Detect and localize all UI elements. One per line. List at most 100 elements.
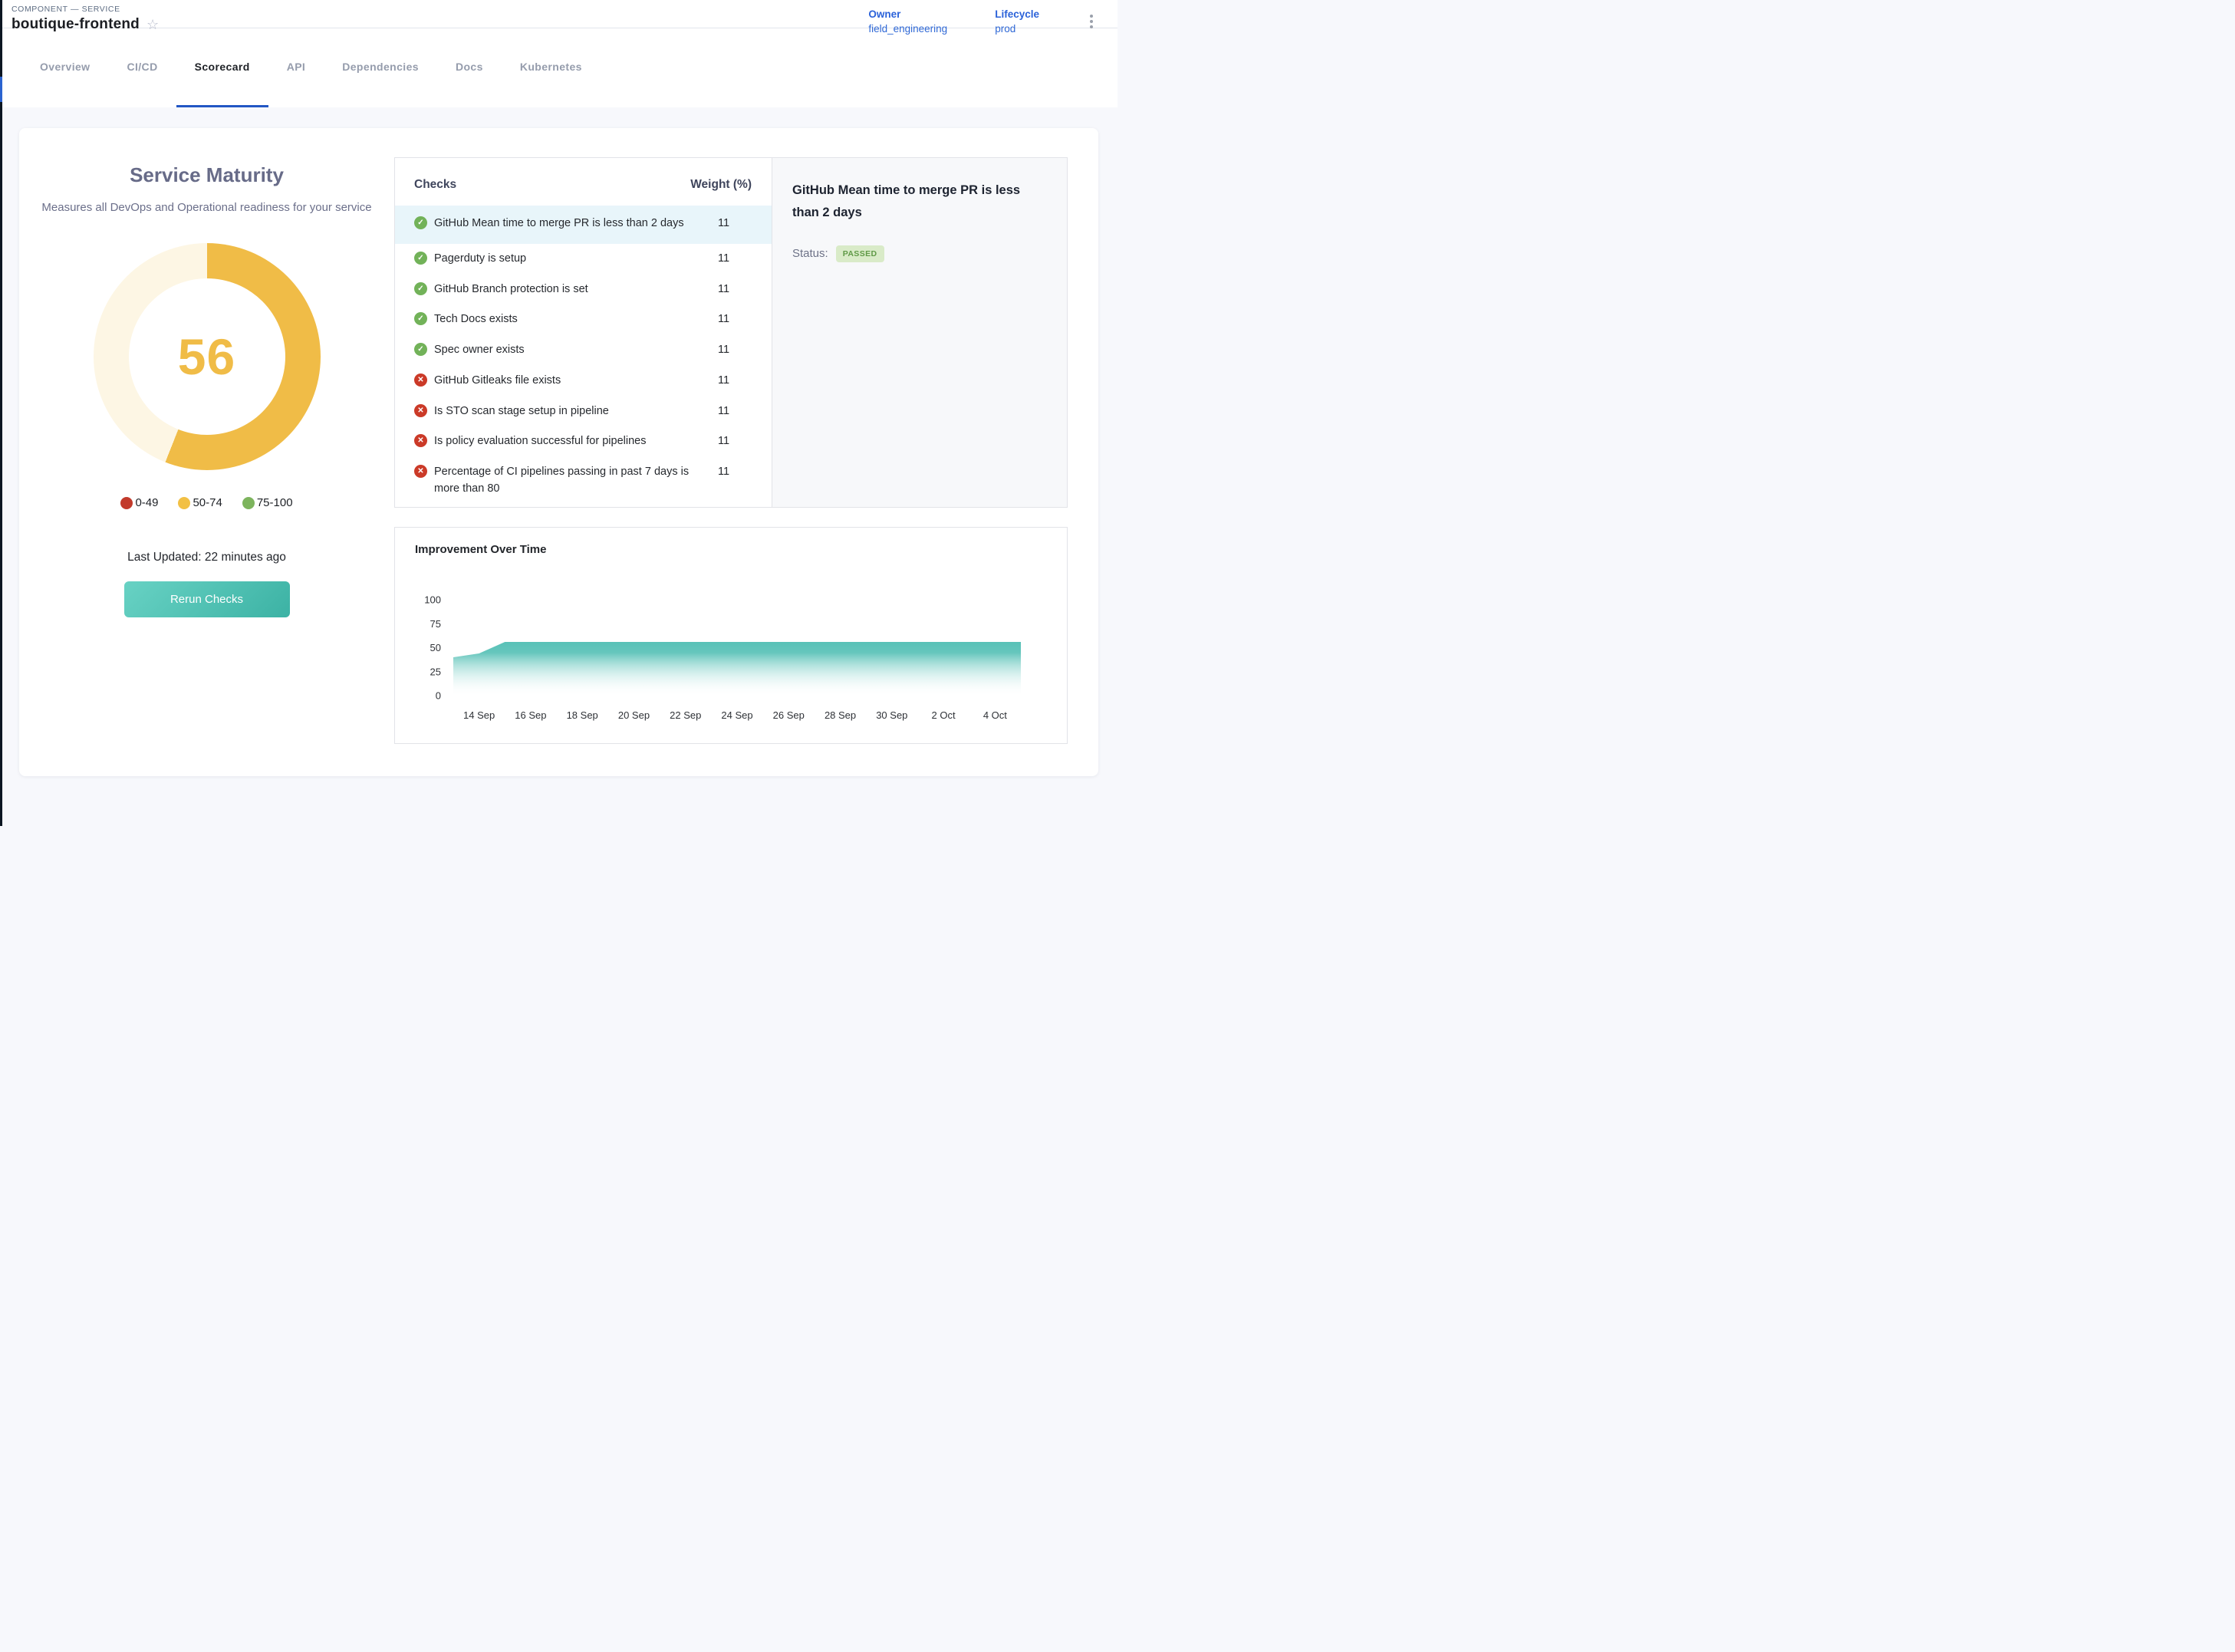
check-row[interactable]: ✓ Tech Docs exists 11 [395, 304, 772, 335]
legend-item: 50-74 [178, 496, 222, 509]
check-weight: 11 [718, 311, 729, 328]
y-axis-tick: 25 [430, 666, 441, 677]
lifecycle-value[interactable]: prod [995, 23, 1039, 35]
check-row[interactable]: ✓ Spec owner exists 11 [395, 335, 772, 366]
tab-api[interactable]: API [268, 28, 324, 107]
check-detail-title: GitHub Mean time to merge PR is less tha… [792, 179, 1047, 224]
check-passed-icon: ✓ [414, 252, 427, 265]
x-axis-tick: 20 Sep [618, 709, 650, 721]
legend-dot [242, 497, 255, 509]
check-label: Percentage of CI pipelines passing in pa… [434, 464, 709, 498]
score-area-series [453, 642, 1021, 696]
entity-meta: Owner field_engineering Lifecycle prod [868, 5, 1096, 35]
x-axis-tick: 18 Sep [567, 709, 598, 721]
check-failed-icon: ✕ [414, 434, 427, 447]
check-row[interactable]: ✓ GitHub Branch protection is set 11 [395, 275, 772, 305]
check-failed-icon: ✕ [414, 465, 427, 478]
check-label: Is STO scan stage setup in pipeline [434, 403, 709, 420]
last-updated-text: Last Updated: 22 minutes ago [127, 551, 286, 564]
check-weight: 11 [718, 216, 729, 232]
x-axis-tick: 14 Sep [463, 709, 495, 721]
x-axis-tick: 26 Sep [773, 709, 805, 721]
checks-panel: Checks Weight (%) ✓ GitHub Mean time to … [394, 157, 1068, 508]
improvement-chart-card: Improvement Over Time 100755025014 Sep16… [394, 527, 1068, 744]
x-axis-tick: 4 Oct [983, 709, 1007, 721]
check-weight: 11 [718, 373, 729, 390]
check-row[interactable]: ✕ GitHub Gitleaks file exists 11 [395, 366, 772, 397]
check-failed-icon: ✕ [414, 374, 427, 387]
score-value: 56 [178, 327, 235, 386]
check-detail-panel: GitHub Mean time to merge PR is less tha… [772, 158, 1067, 507]
check-label: GitHub Branch protection is set [434, 281, 709, 298]
legend-item: 75-100 [242, 496, 293, 509]
y-axis-tick: 50 [430, 642, 441, 653]
tab-docs[interactable]: Docs [437, 28, 502, 107]
tab-kubernetes[interactable]: Kubernetes [502, 28, 601, 107]
check-label: Spec owner exists [434, 342, 709, 359]
lifecycle-label: Lifecycle [995, 8, 1039, 20]
check-row[interactable]: ✕ Is STO scan stage setup in pipeline 11 [395, 397, 772, 427]
scorecard-card: Service Maturity Measures all DevOps and… [19, 128, 1098, 776]
check-weight: 11 [718, 281, 729, 298]
check-weight: 11 [718, 464, 729, 481]
entity-heading: COMPONENT — SERVICE boutique-frontend ☆ [12, 5, 159, 33]
checks-list: Checks Weight (%) ✓ GitHub Mean time to … [395, 158, 772, 507]
check-failed-icon: ✕ [414, 404, 427, 417]
checks-column-header: Checks [414, 178, 456, 192]
check-row[interactable]: ✓ Pagerduty is setup 11 [395, 244, 772, 275]
lifecycle-meta: Lifecycle prod [995, 8, 1039, 35]
check-passed-icon: ✓ [414, 312, 427, 325]
check-label: Is policy evaluation successful for pipe… [434, 433, 709, 450]
legend-dot [120, 497, 133, 509]
sidebar-active-indicator [0, 77, 2, 102]
check-label: GitHub Mean time to merge PR is less tha… [434, 216, 709, 232]
favorite-star-icon[interactable]: ☆ [146, 18, 159, 31]
owner-link[interactable]: field_engineering [868, 23, 947, 35]
tab-overview[interactable]: Overview [21, 28, 108, 107]
check-weight: 11 [718, 403, 729, 420]
check-weight: 11 [718, 251, 729, 268]
tab-ci-cd[interactable]: CI/CD [108, 28, 176, 107]
check-row[interactable]: ✕ Percentage of CI pipelines passing in … [395, 457, 772, 505]
y-axis-tick: 0 [436, 690, 441, 702]
entity-header: COMPONENT — SERVICE boutique-frontend ☆ … [0, 0, 1118, 28]
check-status-row: Status: PASSED [792, 245, 1047, 262]
status-label: Status: [792, 247, 828, 260]
entity-kind-label: COMPONENT — SERVICE [12, 5, 159, 14]
check-weight: 11 [718, 433, 729, 450]
legend-dot [178, 497, 190, 509]
page-title: boutique-frontend [12, 16, 140, 33]
owner-meta: Owner field_engineering [868, 8, 947, 35]
legend-item: 0-49 [120, 496, 158, 509]
x-axis-tick: 24 Sep [721, 709, 752, 721]
chart-title: Improvement Over Time [415, 543, 1067, 556]
check-label: Tech Docs exists [434, 311, 709, 328]
status-badge: PASSED [836, 245, 884, 262]
scorecard-subtitle: Measures all DevOps and Operational read… [41, 199, 371, 217]
rerun-checks-button[interactable]: Rerun Checks [124, 581, 290, 617]
check-passed-icon: ✓ [414, 343, 427, 356]
check-label: Pagerduty is setup [434, 251, 709, 268]
page: COMPONENT — SERVICE boutique-frontend ☆ … [0, 0, 1118, 826]
tab-bar: OverviewCI/CDScorecardAPIDependenciesDoc… [0, 28, 1118, 107]
check-label: GitHub Gitleaks file exists [434, 373, 709, 390]
tab-scorecard[interactable]: Scorecard [176, 28, 268, 107]
x-axis-tick: 28 Sep [825, 709, 856, 721]
collapsed-sidebar-edge [0, 0, 2, 826]
score-summary: Service Maturity Measures all DevOps and… [19, 128, 394, 617]
check-row[interactable]: ✓ GitHub Mean time to merge PR is less t… [395, 206, 772, 244]
scorecard-content: Service Maturity Measures all DevOps and… [0, 107, 1118, 776]
tab-dependencies[interactable]: Dependencies [324, 28, 437, 107]
x-axis-tick: 2 Oct [932, 709, 956, 721]
check-row[interactable]: ✕ Is policy evaluation successful for pi… [395, 426, 772, 457]
weight-column-header: Weight (%) [690, 178, 752, 192]
check-weight: 11 [718, 342, 729, 359]
check-passed-icon: ✓ [414, 216, 427, 229]
improvement-area-chart: 100755025014 Sep16 Sep18 Sep20 Sep22 Sep… [395, 558, 1047, 738]
x-axis-tick: 30 Sep [876, 709, 907, 721]
x-axis-tick: 16 Sep [515, 709, 546, 721]
owner-label: Owner [868, 8, 947, 20]
y-axis-tick: 100 [424, 594, 441, 606]
kebab-menu-icon[interactable] [1087, 10, 1096, 33]
checks-table-header: Checks Weight (%) [395, 158, 772, 206]
